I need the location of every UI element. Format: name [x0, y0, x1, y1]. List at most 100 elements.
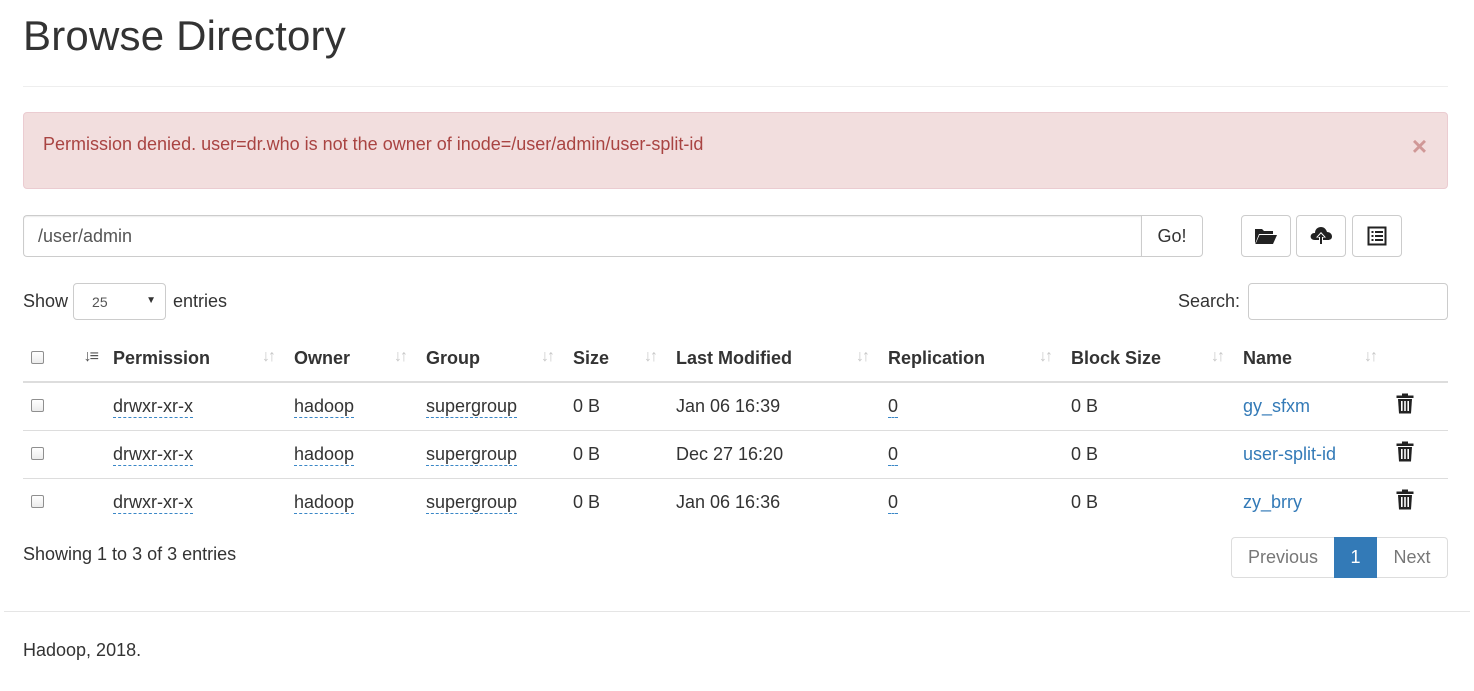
table-row: drwxr-xr-x hadoop supergroup 0 B Jan 06 … [23, 382, 1448, 430]
owner-cell: hadoop [286, 429, 418, 478]
footer-divider [4, 611, 1470, 612]
page-title: Browse Directory [23, 12, 346, 59]
entries-label: entries [173, 291, 228, 311]
size-cell: 0 B [565, 429, 668, 478]
modified-cell: Jan 06 16:36 [668, 477, 880, 526]
page-length-select[interactable]: 25 ▼ [73, 283, 167, 320]
row-checkbox[interactable] [31, 446, 44, 460]
page-1-button[interactable]: 1 [1334, 537, 1377, 578]
permission-value[interactable]: drwxr-xr-x [113, 395, 193, 418]
sort-icon: ↓↑ [262, 348, 276, 365]
sort-icon: ↓↑ [1211, 348, 1225, 365]
replication-value[interactable]: 0 [888, 491, 899, 514]
name-cell: zy_brry [1235, 477, 1388, 526]
column-header-group[interactable]: Group ↓↑ [418, 336, 565, 383]
folder-open-icon [1255, 229, 1277, 244]
column-header-owner[interactable]: Owner ↓↑ [286, 336, 418, 383]
column-label: Replication [888, 348, 986, 368]
column-header-last-modified[interactable]: Last Modified ↓↑ [668, 336, 880, 383]
group-cell: supergroup [418, 477, 565, 526]
alert-message: Permission denied. user=dr.who is not th… [43, 134, 704, 154]
permission-value[interactable]: drwxr-xr-x [113, 443, 193, 466]
column-header-block-size[interactable]: Block Size ↓↑ [1063, 336, 1235, 383]
previous-page-button[interactable]: Previous [1231, 537, 1334, 578]
create-directory-button[interactable] [1241, 215, 1291, 257]
actions-cell [1388, 382, 1448, 430]
row-select-cell [23, 477, 67, 526]
cut-paste-button[interactable] [1352, 215, 1402, 257]
owner-value[interactable]: hadoop [294, 395, 355, 418]
row-select-cell [23, 382, 67, 430]
group-value[interactable]: supergroup [426, 491, 518, 514]
actions-cell [1388, 429, 1448, 478]
name-cell: user-split-id [1235, 429, 1388, 478]
page-length-control: Show 25 ▼ entries [23, 283, 227, 320]
search-input[interactable] [1248, 283, 1448, 320]
replication-cell: 0 [880, 382, 1063, 430]
go-button[interactable]: Go! [1141, 215, 1203, 257]
replication-cell: 0 [880, 429, 1063, 478]
actions-cell [1388, 477, 1448, 526]
next-page-button[interactable]: Next [1377, 537, 1448, 578]
owner-cell: hadoop [286, 382, 418, 430]
replication-value[interactable]: 0 [888, 443, 899, 466]
size-cell: 0 B [565, 477, 668, 526]
row-checkbox[interactable] [31, 398, 44, 412]
trash-icon[interactable] [1396, 393, 1414, 414]
table-search: Search: [1178, 283, 1448, 320]
column-label: Name [1243, 348, 1293, 368]
error-alert: Permission denied. user=dr.who is not th… [23, 112, 1448, 189]
file-name-link[interactable]: zy_brry [1243, 492, 1302, 512]
sort-icon: ↓↑ [1039, 348, 1053, 365]
table-row: drwxr-xr-x hadoop supergroup 0 B Jan 06 … [23, 477, 1448, 526]
column-header-icon[interactable]: ↓≡ [67, 336, 105, 383]
cloud-upload-icon [1310, 227, 1332, 245]
file-table-body: drwxr-xr-x hadoop supergroup 0 B Jan 06 … [23, 382, 1448, 526]
search-label: Search: [1177, 291, 1240, 311]
column-header-size[interactable]: Size ↓↑ [565, 336, 668, 383]
modified-cell: Dec 27 16:20 [668, 429, 880, 478]
sort-icon: ↓↑ [394, 348, 408, 365]
block-size-cell: 0 B [1071, 395, 1099, 416]
title-divider [23, 86, 1448, 87]
file-name-link[interactable]: user-split-id [1243, 444, 1336, 464]
column-header-permission[interactable]: Permission ↓↑ [105, 336, 286, 383]
upload-files-button[interactable] [1296, 215, 1346, 257]
owner-value[interactable]: hadoop [294, 443, 355, 466]
permission-value[interactable]: drwxr-xr-x [113, 491, 193, 514]
close-icon[interactable]: × [1412, 133, 1427, 159]
trash-icon[interactable] [1396, 441, 1414, 462]
trash-icon[interactable] [1396, 489, 1414, 510]
permission-cell: drwxr-xr-x [105, 429, 286, 478]
permission-cell: drwxr-xr-x [105, 477, 286, 526]
list-alt-icon [1367, 226, 1387, 246]
file-name-link[interactable]: gy_sfxm [1243, 396, 1310, 416]
table-header-row: ↓≡ Permission ↓↑ Owner ↓↑ Group ↓↑ Size ↓↑ L… [23, 336, 1448, 383]
group-value[interactable]: supergroup [426, 443, 518, 466]
sort-icon: ↓↑ [644, 348, 658, 365]
directory-path-input[interactable] [23, 215, 1141, 257]
column-header-name[interactable]: Name ↓↑ [1235, 336, 1388, 383]
sort-icon: ↓↑ [856, 348, 870, 365]
page-length-value: 25 [92, 294, 108, 310]
modified-cell: Jan 06 16:39 [676, 395, 781, 416]
sort-asc-icon: ↓≡ [83, 348, 99, 365]
sort-icon: ↓↑ [541, 348, 555, 365]
table-row: drwxr-xr-x hadoop supergroup 0 B Dec 27 … [23, 429, 1448, 478]
chevron-down-icon: ▼ [146, 295, 157, 306]
sort-icon: ↓↑ [1364, 348, 1378, 365]
column-label: Group [426, 348, 480, 368]
group-value[interactable]: supergroup [426, 395, 518, 418]
show-label: Show [23, 291, 69, 311]
replication-value[interactable]: 0 [888, 395, 899, 418]
replication-cell: 0 [880, 477, 1063, 526]
row-select-cell [23, 429, 67, 478]
name-cell: gy_sfxm [1235, 382, 1388, 430]
actions-header [1388, 336, 1448, 383]
table-info: Showing 1 to 3 of 3 entries [23, 544, 237, 564]
column-header-replication[interactable]: Replication ↓↑ [880, 336, 1063, 383]
block-size-cell: 0 B [1063, 429, 1235, 478]
row-checkbox[interactable] [31, 494, 44, 508]
select-all-checkbox[interactable] [31, 351, 44, 364]
owner-value[interactable]: hadoop [294, 491, 355, 514]
